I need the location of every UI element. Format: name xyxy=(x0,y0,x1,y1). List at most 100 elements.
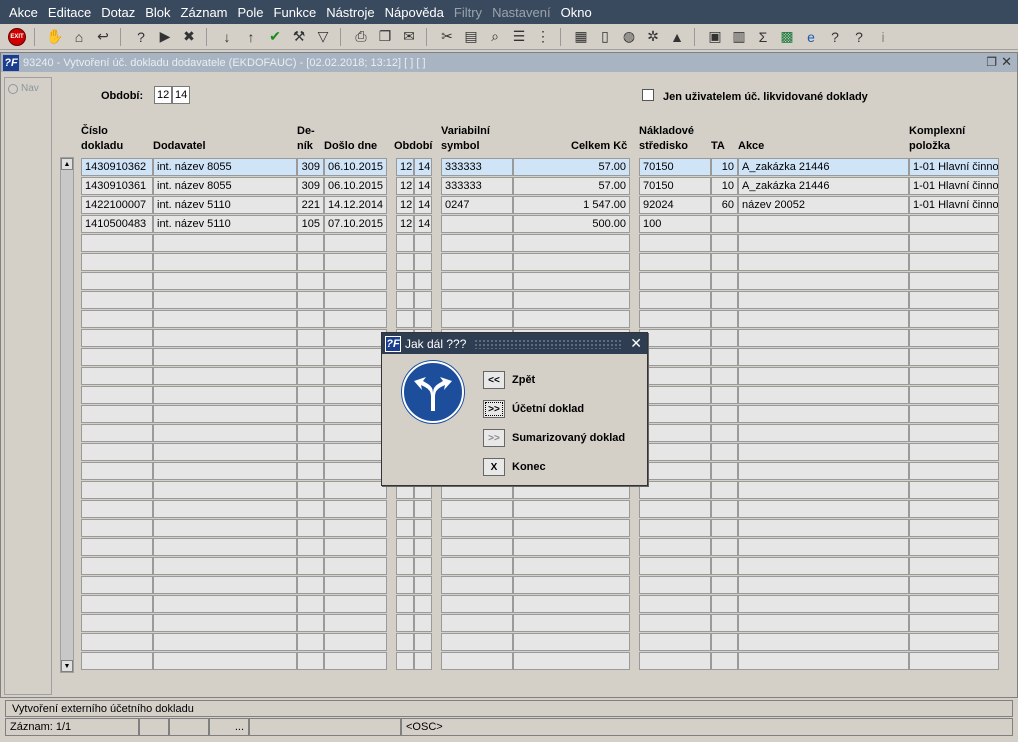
cell-kp[interactable] xyxy=(909,367,999,385)
cell-kp[interactable] xyxy=(909,557,999,575)
cell-denik[interactable] xyxy=(297,291,324,309)
cell-kp[interactable]: 1-01 Hlavní činnos xyxy=(909,196,999,214)
cell-cislo[interactable]: 1430910362 xyxy=(81,158,153,176)
cell-o1[interactable] xyxy=(396,614,414,632)
help-context-icon[interactable]: ? xyxy=(848,26,870,48)
cell-denik[interactable] xyxy=(297,538,324,556)
cell-o1[interactable]: 12 xyxy=(396,177,414,195)
cell-denik[interactable]: 221 xyxy=(297,196,324,214)
cell-dodavatel[interactable] xyxy=(153,253,297,271)
cell-akce[interactable] xyxy=(738,462,909,480)
cell-vs[interactable] xyxy=(441,633,513,651)
cell-celkem[interactable] xyxy=(513,538,630,556)
cell-o1[interactable] xyxy=(396,272,414,290)
cell-akce[interactable] xyxy=(738,576,909,594)
cell-kp[interactable] xyxy=(909,272,999,290)
cell-cislo[interactable]: 1410500483 xyxy=(81,215,153,233)
cell-celkem[interactable] xyxy=(513,253,630,271)
cell-celkem[interactable]: 1 547.00 xyxy=(513,196,630,214)
cell-akce[interactable] xyxy=(738,234,909,252)
cell-dodavatel[interactable] xyxy=(153,481,297,499)
dialog-button-1[interactable]: >> xyxy=(483,400,505,418)
cell-ns[interactable] xyxy=(639,576,711,594)
cell-cislo[interactable] xyxy=(81,329,153,347)
cell-kp[interactable] xyxy=(909,424,999,442)
cell-doslo[interactable] xyxy=(324,462,387,480)
cell-dodavatel[interactable] xyxy=(153,424,297,442)
cell-ta[interactable]: 10 xyxy=(711,177,738,195)
cell-doslo[interactable]: 14.12.2014 xyxy=(324,196,387,214)
cell-vs[interactable] xyxy=(441,310,513,328)
cell-denik[interactable] xyxy=(297,234,324,252)
cell-o2[interactable]: 14 xyxy=(414,196,432,214)
calendar-icon[interactable]: ▦ xyxy=(570,26,592,48)
cell-o2[interactable] xyxy=(414,234,432,252)
cell-celkem[interactable] xyxy=(513,576,630,594)
cell-akce[interactable] xyxy=(738,633,909,651)
cell-o1[interactable] xyxy=(396,595,414,613)
cell-celkem[interactable] xyxy=(513,310,630,328)
cell-dodavatel[interactable] xyxy=(153,462,297,480)
cell-o2[interactable]: 14 xyxy=(414,177,432,195)
cell-ns[interactable] xyxy=(639,291,711,309)
cell-akce[interactable] xyxy=(738,291,909,309)
exit-button[interactable]: EXIT xyxy=(6,26,28,48)
cell-denik[interactable] xyxy=(297,462,324,480)
cell-celkem[interactable] xyxy=(513,500,630,518)
cell-dodavatel[interactable] xyxy=(153,329,297,347)
cell-ta[interactable] xyxy=(711,215,738,233)
grid-scrollbar[interactable]: ▲ ▼ xyxy=(60,157,74,673)
cell-ta[interactable] xyxy=(711,234,738,252)
cell-cislo[interactable] xyxy=(81,253,153,271)
cell-cislo[interactable] xyxy=(81,481,153,499)
cell-ta[interactable] xyxy=(711,367,738,385)
cell-vs[interactable] xyxy=(441,557,513,575)
cell-doslo[interactable] xyxy=(324,633,387,651)
cell-vs[interactable]: 0247 xyxy=(441,196,513,214)
cell-o1[interactable] xyxy=(396,310,414,328)
cell-o2[interactable] xyxy=(414,519,432,537)
cell-o1[interactable] xyxy=(396,234,414,252)
cell-o1[interactable]: 12 xyxy=(396,158,414,176)
cell-cislo[interactable] xyxy=(81,234,153,252)
cell-ta[interactable] xyxy=(711,405,738,423)
cell-kp[interactable] xyxy=(909,614,999,632)
cell-kp[interactable] xyxy=(909,291,999,309)
cell-o1[interactable]: 12 xyxy=(396,196,414,214)
cell-akce[interactable] xyxy=(738,424,909,442)
cell-kp[interactable] xyxy=(909,234,999,252)
cell-kp[interactable] xyxy=(909,462,999,480)
cell-ta[interactable] xyxy=(711,633,738,651)
cell-akce[interactable] xyxy=(738,500,909,518)
dialog-button-3[interactable]: X xyxy=(483,458,505,476)
cell-doslo[interactable] xyxy=(324,519,387,537)
cell-ns[interactable] xyxy=(639,557,711,575)
cell-kp[interactable] xyxy=(909,595,999,613)
cell-celkem[interactable]: 57.00 xyxy=(513,158,630,176)
cell-ns[interactable] xyxy=(639,443,711,461)
menu-item-7[interactable]: Nástroje xyxy=(321,5,379,20)
cell-ta[interactable] xyxy=(711,481,738,499)
cell-dodavatel[interactable]: int. název 5110 xyxy=(153,196,297,214)
cell-celkem[interactable] xyxy=(513,557,630,575)
cell-ns[interactable] xyxy=(639,367,711,385)
cell-dodavatel[interactable] xyxy=(153,652,297,670)
cell-dodavatel[interactable] xyxy=(153,234,297,252)
cell-dodavatel[interactable] xyxy=(153,348,297,366)
copy-icon[interactable]: ❐ xyxy=(374,26,396,48)
cell-ns[interactable] xyxy=(639,405,711,423)
scroll-up-icon[interactable]: ▲ xyxy=(61,158,73,170)
cell-cislo[interactable]: 1422100007 xyxy=(81,196,153,214)
cell-dodavatel[interactable] xyxy=(153,291,297,309)
cell-doslo[interactable] xyxy=(324,348,387,366)
cell-doslo[interactable] xyxy=(324,443,387,461)
cell-denik[interactable] xyxy=(297,443,324,461)
cell-kp[interactable] xyxy=(909,443,999,461)
cell-denik[interactable] xyxy=(297,652,324,670)
cell-ns[interactable] xyxy=(639,614,711,632)
cell-cislo[interactable]: 1430910361 xyxy=(81,177,153,195)
cell-cislo[interactable] xyxy=(81,386,153,404)
document-icon[interactable]: ▯ xyxy=(594,26,616,48)
cell-cislo[interactable] xyxy=(81,424,153,442)
query-run-icon[interactable]: ▶ xyxy=(154,26,176,48)
